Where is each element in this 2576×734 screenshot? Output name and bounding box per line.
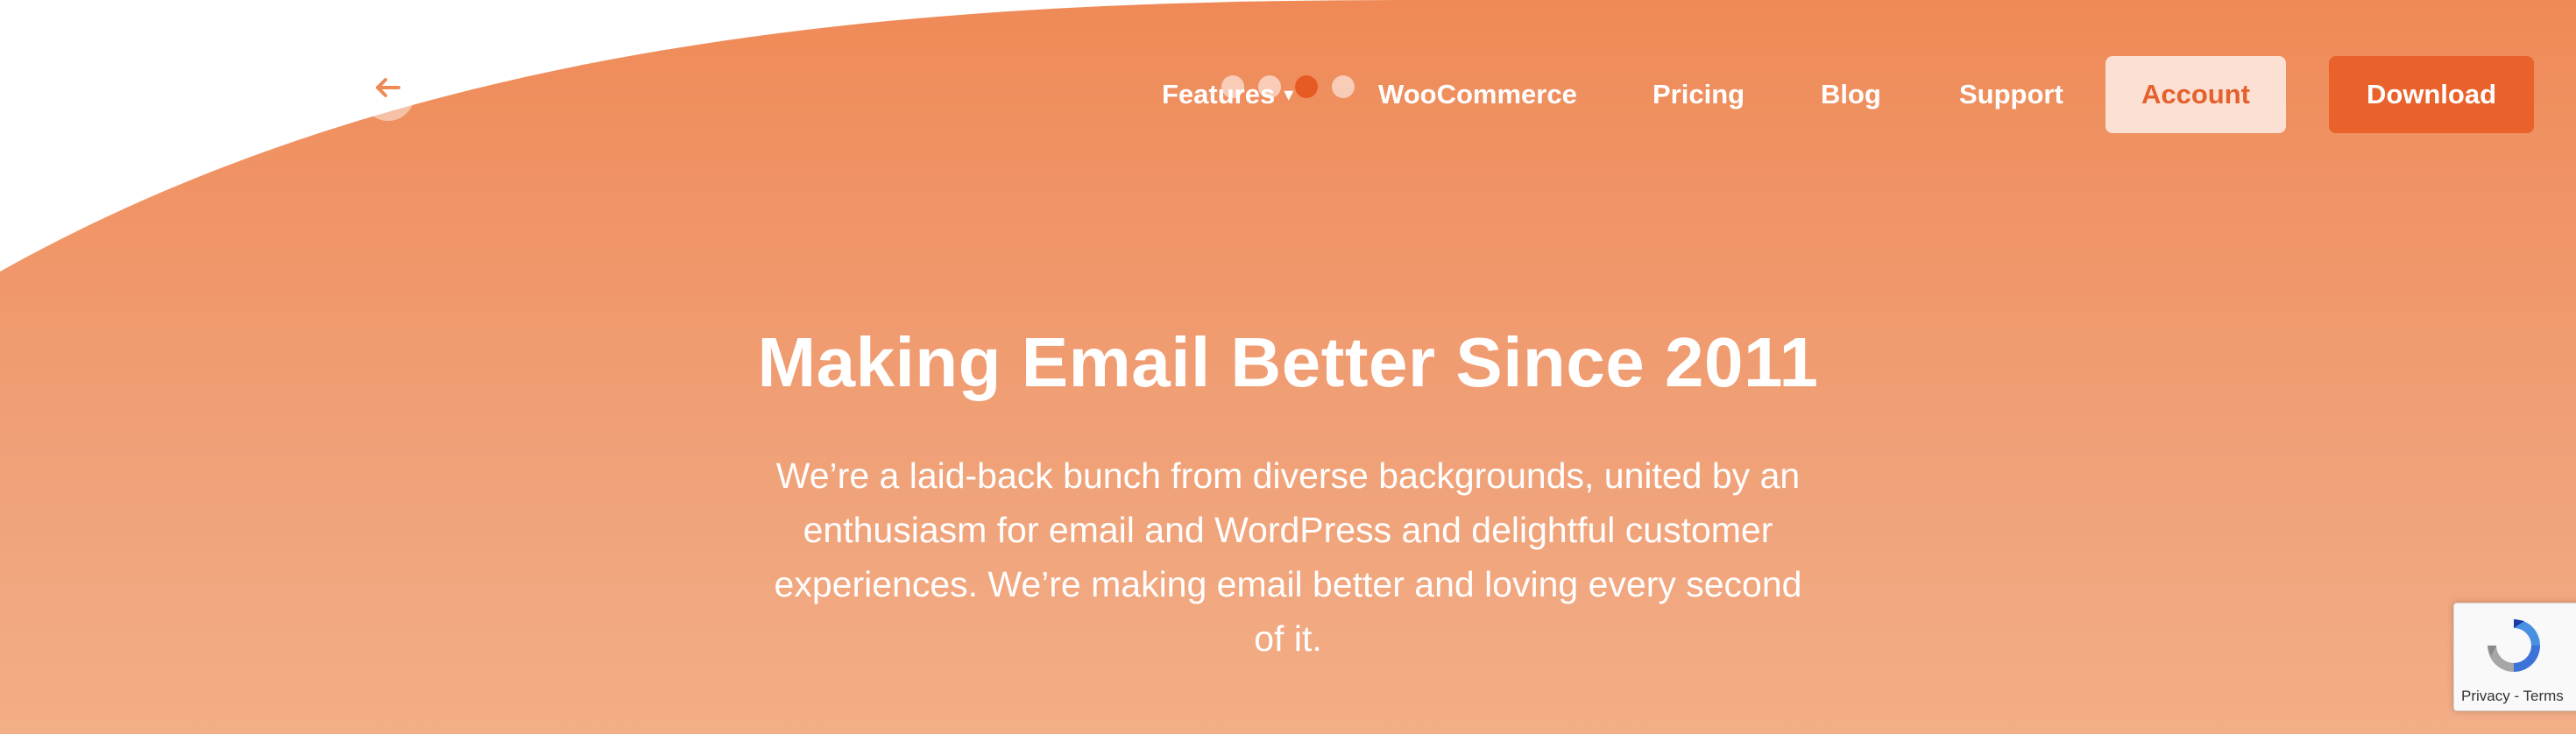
recaptcha-icon bbox=[2488, 619, 2540, 672]
page-title: Making Email Better Since 2011 bbox=[757, 323, 1819, 401]
slider-dots bbox=[1221, 75, 1355, 98]
hero-description: We’re a laid-back bunch from diverse bac… bbox=[774, 455, 1802, 659]
slider-dot[interactable] bbox=[1258, 75, 1281, 98]
download-button[interactable]: Download bbox=[2329, 56, 2534, 133]
recaptcha-label: Privacy - Terms bbox=[2461, 688, 2564, 704]
account-button[interactable]: Account bbox=[2105, 56, 2286, 133]
slider-dot[interactable] bbox=[1221, 75, 1244, 98]
slider-dot[interactable] bbox=[1332, 75, 1355, 98]
slider-dot-active[interactable] bbox=[1295, 75, 1318, 98]
recaptcha-badge[interactable]: Privacy - Terms bbox=[2453, 603, 2576, 711]
nav-support[interactable]: Support bbox=[1959, 56, 2063, 133]
nav-pricing[interactable]: Pricing bbox=[1652, 56, 1744, 133]
nav-woocommerce[interactable]: WooCommerce bbox=[1378, 56, 1577, 133]
nav-blog[interactable]: Blog bbox=[1821, 56, 1881, 133]
